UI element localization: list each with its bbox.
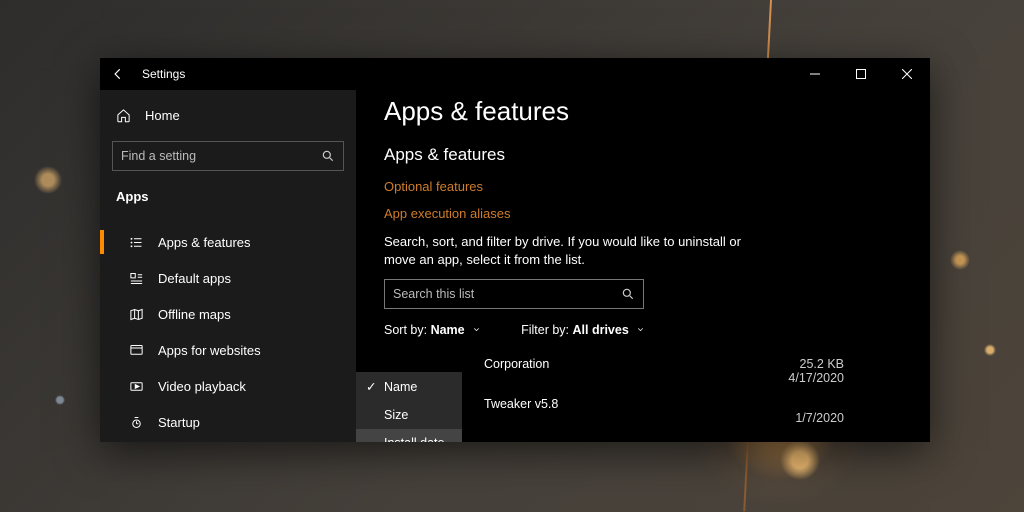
sort-dropdown-menu: Name Size Install date (356, 372, 462, 442)
sidebar-item-apps-for-websites[interactable]: Apps for websites (100, 332, 356, 368)
chevron-down-icon (472, 325, 481, 334)
sidebar: Home Find a setting Apps Apps & features (100, 90, 356, 442)
home-label: Home (145, 108, 180, 123)
startup-icon (128, 414, 144, 430)
sidebar-item-startup[interactable]: Startup (100, 404, 356, 440)
search-app-list-input[interactable]: Search this list (384, 279, 644, 309)
title-bar: Settings (100, 58, 930, 90)
sidebar-item-label: Apps & features (158, 235, 251, 250)
main-content: Apps & features Apps & features Optional… (356, 90, 930, 442)
sidebar-section-apps: Apps (100, 183, 356, 210)
app-list-item[interactable]: Tweaker v5.8 1/7/2020 (484, 391, 844, 431)
home-icon (116, 108, 131, 123)
video-icon (128, 378, 144, 394)
sort-option-name[interactable]: Name (356, 372, 462, 401)
app-list-item[interactable]: Corporation 25.2 KB 4/17/2020 (484, 351, 844, 391)
optional-features-link[interactable]: Optional features (384, 179, 902, 194)
back-button[interactable] (108, 64, 128, 84)
sidebar-item-label: Video playback (158, 379, 246, 394)
find-setting-input[interactable]: Find a setting (112, 141, 344, 171)
search-list-placeholder: Search this list (393, 287, 474, 301)
app-size: 25.2 KB (800, 357, 844, 371)
maximize-button[interactable] (838, 58, 884, 90)
home-nav[interactable]: Home (100, 100, 356, 131)
map-icon (128, 306, 144, 322)
sidebar-item-label: Default apps (158, 271, 231, 286)
find-setting-placeholder: Find a setting (121, 149, 196, 163)
section-title: Apps & features (384, 145, 902, 165)
sidebar-item-offline-maps[interactable]: Offline maps (100, 296, 356, 332)
sidebar-item-default-apps[interactable]: Default apps (100, 260, 356, 296)
search-icon (621, 287, 635, 301)
list-icon (128, 234, 144, 250)
sort-option-size[interactable]: Size (356, 401, 462, 429)
sort-by-label: Sort by: (384, 323, 427, 337)
app-name-fragment: Tweaker v5.8 (484, 397, 558, 411)
sidebar-item-label: Apps for websites (158, 343, 261, 358)
app-install-date: 4/17/2020 (788, 371, 844, 385)
chevron-down-icon (636, 325, 645, 334)
settings-window: Settings Home Find a setting (100, 58, 930, 442)
page-title: Apps & features (384, 96, 902, 127)
filter-by-value: All drives (573, 323, 629, 337)
app-install-date: 1/7/2020 (795, 411, 844, 425)
sidebar-item-apps-features[interactable]: Apps & features (100, 224, 356, 260)
sidebar-item-label: Offline maps (158, 307, 231, 322)
defaults-icon (128, 270, 144, 286)
search-icon (321, 149, 335, 163)
sort-option-install-date[interactable]: Install date (356, 429, 462, 442)
sort-by-dropdown[interactable]: Sort by: Name (384, 323, 481, 337)
app-name-fragment: Corporation (484, 357, 549, 371)
website-icon (128, 342, 144, 358)
sort-by-value: Name (431, 323, 465, 337)
sidebar-item-label: Startup (158, 415, 200, 430)
sidebar-item-video-playback[interactable]: Video playback (100, 368, 356, 404)
filter-by-label: Filter by: (521, 323, 569, 337)
window-title: Settings (142, 67, 185, 81)
close-button[interactable] (884, 58, 930, 90)
minimize-button[interactable] (792, 58, 838, 90)
filter-by-dropdown[interactable]: Filter by: All drives (521, 323, 645, 337)
apps-description: Search, sort, and filter by drive. If yo… (384, 233, 764, 269)
app-execution-aliases-link[interactable]: App execution aliases (384, 206, 902, 221)
